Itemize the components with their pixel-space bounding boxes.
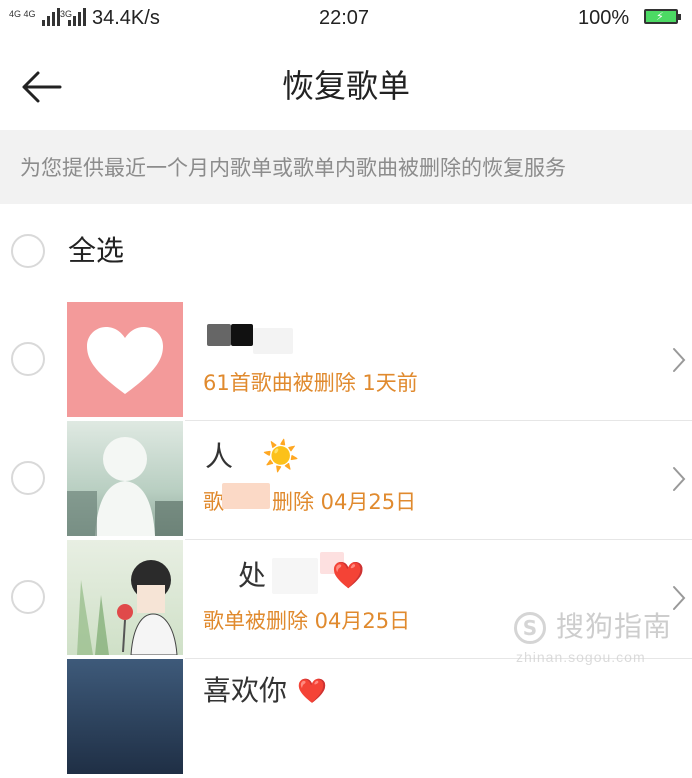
signal-icon-2 xyxy=(68,6,86,26)
heart-icon: ❤️ xyxy=(297,677,327,705)
sogou-logo-icon: S xyxy=(514,612,546,644)
redacted-name xyxy=(207,324,231,346)
playlist-name: 人 xyxy=(205,440,234,473)
chevron-right-icon xyxy=(673,348,686,372)
watermark-name: 搜狗指南 xyxy=(556,610,673,643)
watermark: S 搜狗指南 zhinan.sogou.com xyxy=(510,608,690,678)
redacted-name xyxy=(200,562,236,592)
playlist-item[interactable]: 61首歌曲被删除 1天前 xyxy=(0,302,692,421)
chevron-right-icon xyxy=(673,467,686,491)
playlist-cover xyxy=(67,659,183,774)
battery-charging-icon: ⚡ xyxy=(644,9,681,24)
info-banner: 为您提供最近一个月内歌单或歌单内歌曲被删除的恢复服务 xyxy=(0,130,692,204)
playlist-cover xyxy=(67,540,183,655)
playlist-status: 删除 04月25日 xyxy=(272,490,417,514)
playlist-checkbox[interactable] xyxy=(11,461,45,495)
playlist-item[interactable]: 人 ☀️ 歌 删除 04月25日 xyxy=(0,421,692,540)
status-bar: 4G 4G 3G 34.4K/s 22:07 100% ⚡ xyxy=(0,0,692,38)
network-type-label: 4G 4G xyxy=(9,9,36,19)
playlist-status-prefix: 歌 xyxy=(203,490,224,514)
playlist-cover xyxy=(67,302,183,417)
redacted-name xyxy=(253,328,293,354)
couple-illustration xyxy=(77,560,178,655)
info-banner-text: 为您提供最近一个月内歌单或歌单内歌曲被删除的恢复服务 xyxy=(20,156,566,180)
watermark-url: zhinan.sogou.com xyxy=(516,649,646,665)
signal-icon xyxy=(42,6,60,26)
playlist-status: 61首歌曲被删除 1天前 xyxy=(203,371,418,395)
playlist-checkbox[interactable] xyxy=(11,580,45,614)
clock: 22:07 xyxy=(319,7,370,29)
sun-icon: ☀️ xyxy=(262,439,300,474)
select-all-label: 全选 xyxy=(68,234,125,267)
redacted-text xyxy=(222,483,270,509)
redacted-name xyxy=(272,558,318,594)
select-all-row[interactable]: 全选 xyxy=(0,204,692,298)
battery-percent: 100% xyxy=(578,7,630,29)
redacted-name xyxy=(231,324,253,346)
network-speed: 34.4K/s xyxy=(92,7,160,29)
top-bar: 恢复歌单 xyxy=(0,38,692,130)
playlist-cover xyxy=(67,421,183,536)
page-title: 恢复歌单 xyxy=(281,67,410,105)
playlist-name: 处 xyxy=(238,559,267,592)
select-all-checkbox[interactable] xyxy=(11,234,45,268)
heart-icon xyxy=(87,327,163,394)
playlist-checkbox[interactable] xyxy=(11,342,45,376)
silhouette-illustration xyxy=(67,437,183,536)
playlist-status: 歌单被删除 04月25日 xyxy=(203,609,411,633)
heart-icon: ❤️ xyxy=(332,561,365,591)
playlist-name: 喜欢你 xyxy=(203,674,288,707)
